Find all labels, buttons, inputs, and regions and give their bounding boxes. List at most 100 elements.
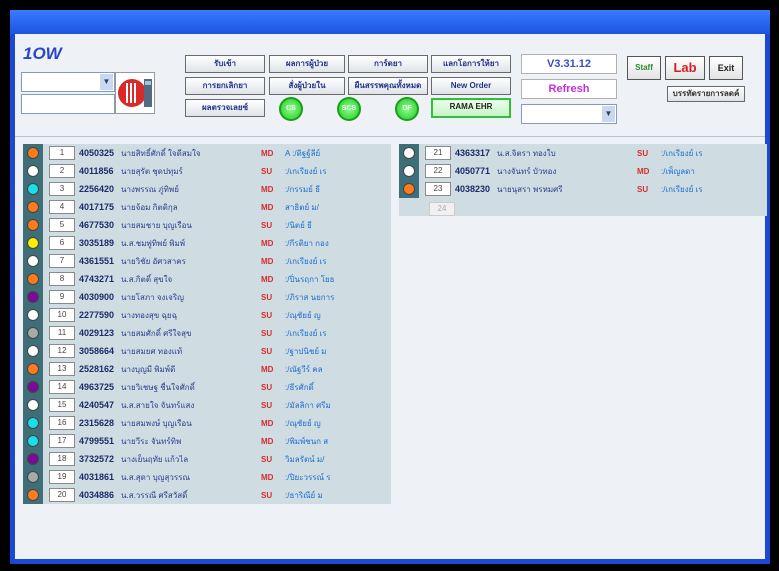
bed-number[interactable]: 8: [49, 272, 75, 286]
patient-row[interactable]: 6 3035189 น.ส.ชมพู่ทิพย์ พิมพ์ MD:/กีรติยา …: [23, 234, 391, 252]
patient-row[interactable]: 5 4677530 นายสมชาย บุญเรือน SU:/นิตย์ ธี: [23, 216, 391, 234]
patient-row[interactable]: 11 4029123 นายสมศักดิ์ ศรีใจสุข SU:/เกเรียง…: [23, 324, 391, 342]
patient-row[interactable]: 20 4034886 น.ส.วรรณี ศรีสวัสดิ์ SU:/ธาริณีย…: [23, 486, 391, 504]
patient-row[interactable]: 12 3058664 นายสมยศ ทองแท้ SU:/ฐาปนิชย์ ม: [23, 342, 391, 360]
bed-number[interactable]: 21: [425, 146, 451, 160]
patient-name: น.ส.สุดา บุญสุวรรณ: [121, 472, 190, 482]
bed-number[interactable]: 17: [49, 434, 75, 448]
chevron-down-icon[interactable]: ▼: [100, 74, 113, 90]
bed-number[interactable]: 6: [49, 236, 75, 250]
hn-number: 4363317: [455, 148, 491, 158]
bed-number[interactable]: 1: [49, 146, 75, 160]
bed-number[interactable]: 20: [49, 488, 75, 502]
drug-card-button[interactable]: การ์ดยา: [348, 55, 428, 73]
patient-row[interactable]: 23 4038230 นายนุสรา พรหมศรี SU:/เกเรียงย์ เ…: [399, 180, 767, 198]
department-code: SU: [261, 490, 273, 500]
patient-row[interactable]: 4 4017175 นายจ้อม กิตติกุล MD สาธิตย์ ม/: [23, 198, 391, 216]
hn-number: 4677530: [79, 220, 115, 230]
bed-number[interactable]: 23: [425, 182, 451, 196]
patient-name: นายวิเชษฐ ชื่นใจศักดิ์: [121, 382, 195, 392]
bed-number[interactable]: 3: [49, 182, 75, 196]
cancel-drug-button[interactable]: การยกเลิกยา: [185, 77, 265, 95]
patient-row[interactable]: 17 4799551 นายวีระ จันทร์ทิพ MD:/พิมพ์ชนก ส: [23, 432, 391, 450]
bed-number[interactable]: 2: [49, 164, 75, 178]
rama-ehr-button[interactable]: RAMA EHR: [431, 98, 511, 118]
patient-row[interactable]: 14 4963725 นายวิเชษฐ ชื่นใจศักดิ์ SU:/ธีรศั…: [23, 378, 391, 396]
filter-select[interactable]: ▼: [521, 104, 617, 124]
hn-number: 4038230: [455, 184, 491, 194]
lab-button[interactable]: Lab: [665, 56, 705, 80]
new-order-button[interactable]: New Order: [431, 77, 511, 95]
bed-number[interactable]: 14: [49, 380, 75, 394]
ward-select[interactable]: ▼: [21, 72, 115, 92]
bed-number[interactable]: 16: [49, 416, 75, 430]
department-code: MD: [637, 166, 650, 176]
patient-row[interactable]: 19 4031861 น.ส.สุดา บุญสุวรรณ MD:/ปิยะวรรณ์…: [23, 468, 391, 486]
patient-row[interactable]: 7 4361551 นายวิชัย อัศวสาคร MD:/เกเรียงย์ เ…: [23, 252, 391, 270]
hn-number: 4017175: [79, 202, 115, 212]
cs-button[interactable]: CS: [279, 97, 303, 121]
department-code: SU: [261, 400, 273, 410]
df-button[interactable]: DF: [395, 97, 419, 121]
patient-row[interactable]: 16 2315628 นายสมพงษ์ บุญเรือน MD:/ณุชัยย์ ญ: [23, 414, 391, 432]
patient-result-button[interactable]: ผลการผู้ป่วย: [269, 55, 345, 73]
bed-number[interactable]: 11: [49, 326, 75, 340]
bed-number[interactable]: 7: [49, 254, 75, 268]
all-properties-button[interactable]: ผืนสรรพคุณทั้งหมด: [348, 77, 428, 95]
scs-button[interactable]: SCS: [337, 97, 361, 121]
exit-button[interactable]: Exit: [709, 56, 743, 80]
patient-name: นายสิทธิ์ศักดิ์ ใจดีสมใจ: [121, 148, 201, 158]
department-code: SU: [261, 346, 273, 356]
bed-number[interactable]: 19: [49, 470, 75, 484]
doctor-name: วิมลรัตน์ ม/: [285, 454, 325, 464]
patient-row[interactable]: 13 2528162 นางบุญมี พิมพ์ดี MD:/ณัฐวีร์ คล: [23, 360, 391, 378]
admit-button[interactable]: รับเข้า: [185, 55, 265, 73]
search-input[interactable]: [21, 94, 115, 114]
patient-name: นางจันทร์ บัวทอง: [497, 166, 557, 176]
patient-row[interactable]: 15 4240547 น.ส.สายใจ จันทร์แสง SU:/มัลลิกา …: [23, 396, 391, 414]
patient-row[interactable]: 3 2256420 นางพรรณ ภู่ทิพย์ MD:/กรรมย์ ธี: [23, 180, 391, 198]
bed-number[interactable]: 10: [49, 308, 75, 322]
patient-row[interactable]: 2 4011856 นายสุรัต ชุดปทุมร์ SU:/เกเรียงย์ …: [23, 162, 391, 180]
bed-number[interactable]: 12: [49, 344, 75, 358]
patient-row[interactable]: 10 2277590 นางทองสุข ฉุยฉุ SU:/ณุชัยย์ ญ: [23, 306, 391, 324]
patient-row[interactable]: 21 4363317 น.ส.จิตรา ทองใบ SU:/เกเรียงย์ เร: [399, 144, 767, 162]
bed-number[interactable]: 5: [49, 218, 75, 232]
bed-number[interactable]: 22: [425, 164, 451, 178]
patient-name: น.ส.สายใจ จันทร์แสง: [121, 400, 195, 410]
department-code: MD: [261, 148, 274, 158]
patient-row[interactable]: 18 3732572 นางเย็นฤทัย แก้วไล SU วิมลรัตน์ ม…: [23, 450, 391, 468]
chevron-down-icon[interactable]: ▼: [602, 106, 615, 122]
hn-number: 2256420: [79, 184, 115, 194]
doctor-name: :/ธาริณีย์ ม: [285, 490, 323, 500]
patient-list-left: 1 4050325 นายสิทธิ์ศักดิ์ ใจดีสมใจ MD A :/ดิ…: [23, 144, 391, 504]
patient-list-right: 21 4363317 น.ส.จิตรา ทองใบ SU:/เกเรียงย์ เร…: [399, 144, 767, 216]
status-cell: [23, 486, 43, 504]
staff-button[interactable]: Staff: [627, 56, 661, 80]
patient-row[interactable]: 1 4050325 นายสิทธิ์ศักดิ์ ใจดีสมใจ MD A :/ดิ…: [23, 144, 391, 162]
bed-number[interactable]: 9: [49, 290, 75, 304]
patient-row[interactable]: 9 4030900 นายโสภา จงเจริญ SU:/ภิราส นยการ: [23, 288, 391, 306]
patient-row[interactable]: 8 4743271 น.ส.กิตติ์ สุขใจ MD:/ปิ่นรฤกา โยธ: [23, 270, 391, 288]
status-cell: [23, 216, 43, 234]
status-cell: [399, 162, 419, 180]
hn-number: 2277590: [79, 310, 115, 320]
next-bed-slot[interactable]: 24: [429, 201, 455, 216]
item-list-button[interactable]: บรรทัดรายการลดค์: [667, 86, 745, 102]
blood-result-button[interactable]: ผลตรวจเลยซ์: [185, 99, 265, 117]
doctor-name: :/เกเรียงย์ เร: [285, 256, 327, 266]
title-bar[interactable]: [10, 10, 770, 34]
patient-row[interactable]: 22 4050771 นางจันทร์ บัวทอง MD:/เพ็ญลดา: [399, 162, 767, 180]
department-code: MD: [261, 202, 274, 212]
hn-number: 4029123: [79, 328, 115, 338]
refresh-button[interactable]: Refresh: [521, 79, 617, 99]
bed-number[interactable]: 15: [49, 398, 75, 412]
bed-number[interactable]: 18: [49, 452, 75, 466]
order-icon[interactable]: [115, 72, 155, 114]
ward-label: 1OW: [23, 44, 62, 63]
inpatient-order-button[interactable]: สั่งผู้ป่วยใน: [269, 77, 345, 95]
bed-number[interactable]: 4: [49, 200, 75, 214]
department-code: SU: [261, 328, 273, 338]
drug-history-button[interactable]: แลกโอการให้ยา: [431, 55, 511, 73]
bed-number[interactable]: 13: [49, 362, 75, 376]
